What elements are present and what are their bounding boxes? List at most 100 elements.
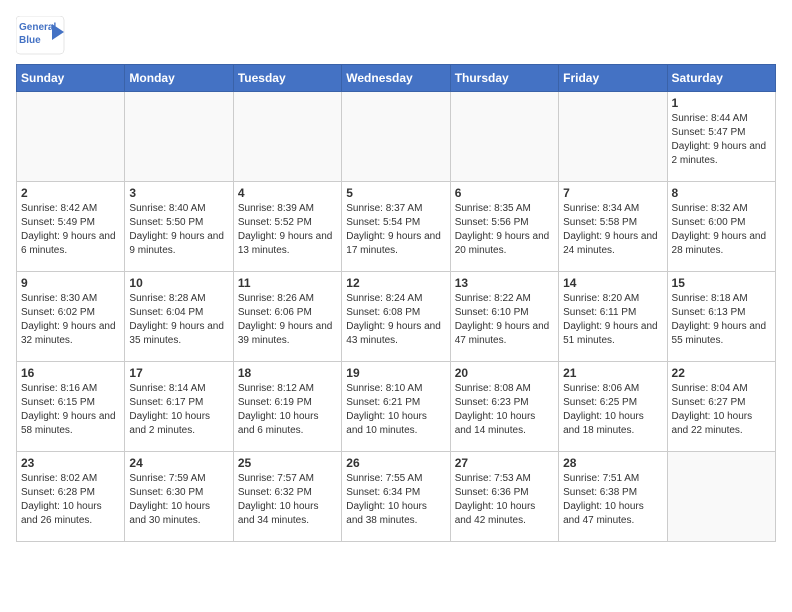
calendar-cell [125, 92, 233, 182]
day-number: 26 [346, 456, 445, 470]
day-info: Sunrise: 8:35 AM Sunset: 5:56 PM Dayligh… [455, 202, 554, 258]
day-number: 18 [238, 366, 337, 380]
calendar-cell: 16 Sunrise: 8:16 AM Sunset: 6:15 PM Dayli… [17, 362, 125, 452]
day-info: Sunrise: 7:59 AM Sunset: 6:30 PM Dayligh… [129, 472, 228, 528]
day-header-saturday: Saturday [667, 65, 775, 92]
week-row-5: 23 Sunrise: 8:02 AM Sunset: 6:28 PM Dayli… [17, 452, 776, 542]
day-info: Sunrise: 8:39 AM Sunset: 5:52 PM Dayligh… [238, 202, 337, 258]
day-number: 19 [346, 366, 445, 380]
day-number: 3 [129, 186, 228, 200]
day-number: 7 [563, 186, 662, 200]
calendar-cell: 11 Sunrise: 8:26 AM Sunset: 6:06 PM Dayli… [233, 272, 341, 362]
calendar-cell: 6 Sunrise: 8:35 AM Sunset: 5:56 PM Daylig… [450, 182, 558, 272]
day-number: 21 [563, 366, 662, 380]
day-number: 4 [238, 186, 337, 200]
week-row-4: 16 Sunrise: 8:16 AM Sunset: 6:15 PM Dayli… [17, 362, 776, 452]
calendar-cell [342, 92, 450, 182]
day-info: Sunrise: 7:55 AM Sunset: 6:34 PM Dayligh… [346, 472, 445, 528]
calendar-cell: 24Sunrise: 7:59 AM Sunset: 6:30 PM Dayli… [125, 452, 233, 542]
day-header-tuesday: Tuesday [233, 65, 341, 92]
calendar-cell: 5 Sunrise: 8:37 AM Sunset: 5:54 PM Daylig… [342, 182, 450, 272]
day-number: 28 [563, 456, 662, 470]
day-info: Sunrise: 8:10 AM Sunset: 6:21 PM Dayligh… [346, 382, 445, 438]
calendar-cell: 18Sunrise: 8:12 AM Sunset: 6:19 PM Dayli… [233, 362, 341, 452]
day-number: 11 [238, 276, 337, 290]
day-info: Sunrise: 8:26 AM Sunset: 6:06 PM Dayligh… [238, 292, 337, 348]
day-number: 22 [672, 366, 771, 380]
calendar-cell: 23 Sunrise: 8:02 AM Sunset: 6:28 PM Dayli… [17, 452, 125, 542]
day-number: 8 [672, 186, 771, 200]
day-header-wednesday: Wednesday [342, 65, 450, 92]
day-number: 16 [21, 366, 120, 380]
day-header-thursday: Thursday [450, 65, 558, 92]
day-info: Sunrise: 8:06 AM Sunset: 6:25 PM Dayligh… [563, 382, 662, 438]
calendar-cell: 13 Sunrise: 8:22 AM Sunset: 6:10 PM Dayli… [450, 272, 558, 362]
calendar-cell: 14 Sunrise: 8:20 AM Sunset: 6:11 PM Dayli… [559, 272, 667, 362]
day-info: Sunrise: 8:16 AM Sunset: 6:15 PM Dayligh… [21, 382, 120, 438]
day-info: Sunrise: 8:42 AM Sunset: 5:49 PM Dayligh… [21, 202, 120, 258]
day-info: Sunrise: 8:30 AM Sunset: 6:02 PM Dayligh… [21, 292, 120, 348]
day-info: Sunrise: 8:20 AM Sunset: 6:11 PM Dayligh… [563, 292, 662, 348]
day-number: 15 [672, 276, 771, 290]
day-number: 20 [455, 366, 554, 380]
calendar-cell [233, 92, 341, 182]
day-info: Sunrise: 8:40 AM Sunset: 5:50 PM Dayligh… [129, 202, 228, 258]
day-header-friday: Friday [559, 65, 667, 92]
calendar-cell [450, 92, 558, 182]
calendar-cell [17, 92, 125, 182]
week-row-1: 1 Sunrise: 8:44 AM Sunset: 5:47 PM Daylig… [17, 92, 776, 182]
day-number: 6 [455, 186, 554, 200]
day-header-monday: Monday [125, 65, 233, 92]
day-info: Sunrise: 8:08 AM Sunset: 6:23 PM Dayligh… [455, 382, 554, 438]
calendar-cell: 27 Sunrise: 7:53 AM Sunset: 6:36 PM Dayli… [450, 452, 558, 542]
svg-text:General: General [19, 22, 56, 33]
day-number: 12 [346, 276, 445, 290]
calendar-cell: 2 Sunrise: 8:42 AM Sunset: 5:49 PM Daylig… [17, 182, 125, 272]
calendar-cell [667, 452, 775, 542]
logo-svg: General Blue [16, 16, 66, 56]
calendar-header-row: SundayMondayTuesdayWednesdayThursdayFrid… [17, 65, 776, 92]
calendar-cell: 28Sunrise: 7:51 AM Sunset: 6:38 PM Dayli… [559, 452, 667, 542]
calendar-cell: 22Sunrise: 8:04 AM Sunset: 6:27 PM Dayli… [667, 362, 775, 452]
calendar-cell: 19 Sunrise: 8:10 AM Sunset: 6:21 PM Dayli… [342, 362, 450, 452]
day-number: 10 [129, 276, 228, 290]
day-info: Sunrise: 8:18 AM Sunset: 6:13 PM Dayligh… [672, 292, 771, 348]
calendar-cell: 15 Sunrise: 8:18 AM Sunset: 6:13 PM Dayli… [667, 272, 775, 362]
calendar-cell: 12Sunrise: 8:24 AM Sunset: 6:08 PM Dayli… [342, 272, 450, 362]
day-info: Sunrise: 8:32 AM Sunset: 6:00 PM Dayligh… [672, 202, 771, 258]
calendar-cell: 20 Sunrise: 8:08 AM Sunset: 6:23 PM Dayli… [450, 362, 558, 452]
day-info: Sunrise: 8:22 AM Sunset: 6:10 PM Dayligh… [455, 292, 554, 348]
day-number: 27 [455, 456, 554, 470]
calendar-cell: 17 Sunrise: 8:14 AM Sunset: 6:17 PM Dayli… [125, 362, 233, 452]
day-info: Sunrise: 8:14 AM Sunset: 6:17 PM Dayligh… [129, 382, 228, 438]
calendar-cell: 3 Sunrise: 8:40 AM Sunset: 5:50 PM Daylig… [125, 182, 233, 272]
day-number: 5 [346, 186, 445, 200]
day-number: 17 [129, 366, 228, 380]
day-number: 14 [563, 276, 662, 290]
day-number: 1 [672, 96, 771, 110]
calendar-cell: 4 Sunrise: 8:39 AM Sunset: 5:52 PM Daylig… [233, 182, 341, 272]
day-info: Sunrise: 8:44 AM Sunset: 5:47 PM Dayligh… [672, 112, 771, 168]
logo: General Blue [16, 16, 66, 56]
week-row-3: 9 Sunrise: 8:30 AM Sunset: 6:02 PM Daylig… [17, 272, 776, 362]
day-number: 13 [455, 276, 554, 290]
calendar-cell [559, 92, 667, 182]
calendar-cell: 7 Sunrise: 8:34 AM Sunset: 5:58 PM Daylig… [559, 182, 667, 272]
calendar-cell: 26 Sunrise: 7:55 AM Sunset: 6:34 PM Dayli… [342, 452, 450, 542]
day-number: 2 [21, 186, 120, 200]
page-header: General Blue [16, 16, 776, 56]
day-header-sunday: Sunday [17, 65, 125, 92]
calendar-cell: 25Sunrise: 7:57 AM Sunset: 6:32 PM Dayli… [233, 452, 341, 542]
svg-text:Blue: Blue [19, 35, 41, 46]
day-info: Sunrise: 7:57 AM Sunset: 6:32 PM Dayligh… [238, 472, 337, 528]
day-info: Sunrise: 7:53 AM Sunset: 6:36 PM Dayligh… [455, 472, 554, 528]
day-number: 9 [21, 276, 120, 290]
calendar-table: SundayMondayTuesdayWednesdayThursdayFrid… [16, 64, 776, 542]
day-number: 23 [21, 456, 120, 470]
calendar-cell: 9 Sunrise: 8:30 AM Sunset: 6:02 PM Daylig… [17, 272, 125, 362]
day-info: Sunrise: 8:37 AM Sunset: 5:54 PM Dayligh… [346, 202, 445, 258]
day-info: Sunrise: 8:02 AM Sunset: 6:28 PM Dayligh… [21, 472, 120, 528]
day-info: Sunrise: 8:34 AM Sunset: 5:58 PM Dayligh… [563, 202, 662, 258]
calendar-cell: 8 Sunrise: 8:32 AM Sunset: 6:00 PM Daylig… [667, 182, 775, 272]
calendar-cell: 1 Sunrise: 8:44 AM Sunset: 5:47 PM Daylig… [667, 92, 775, 182]
